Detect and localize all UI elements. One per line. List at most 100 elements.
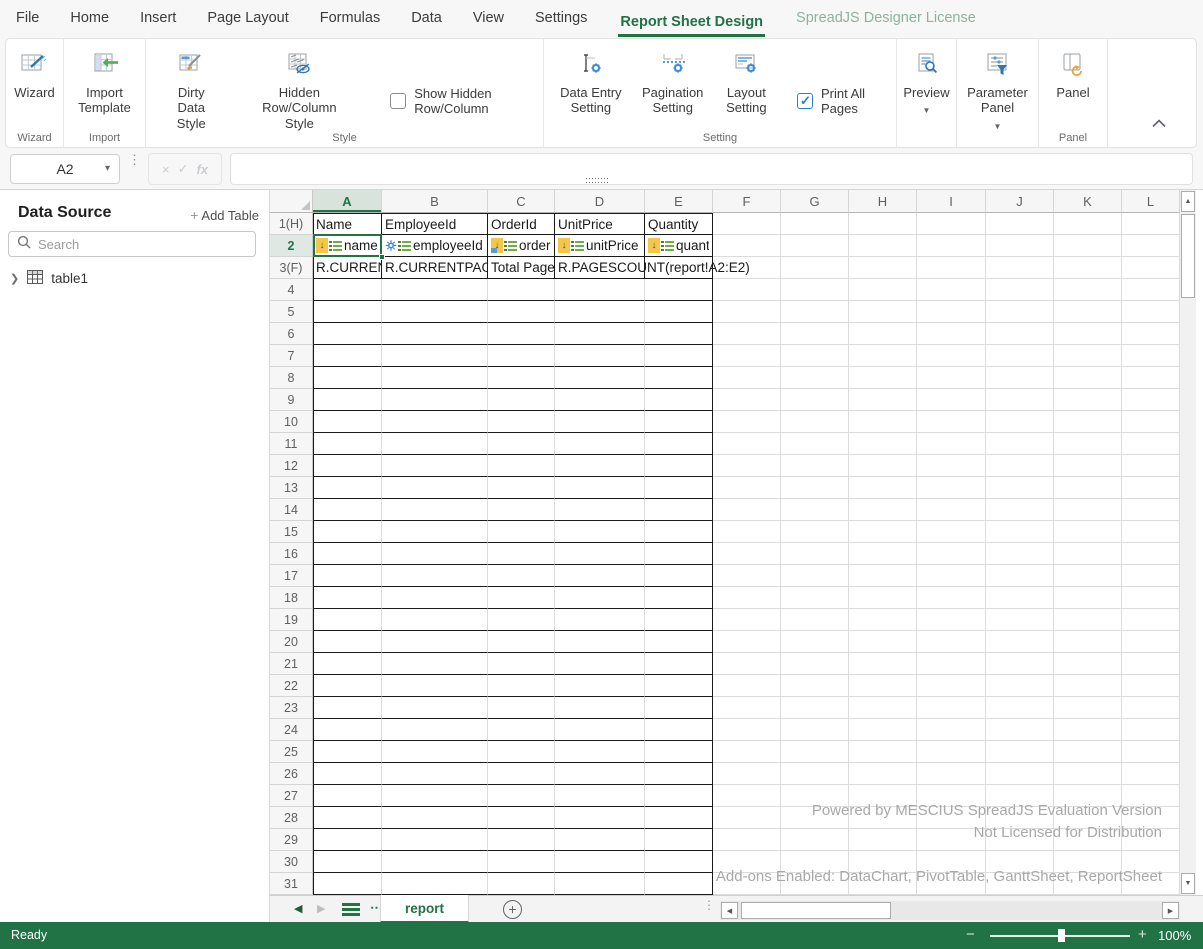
cell-D28[interactable] bbox=[555, 807, 645, 829]
scroll-right-icon[interactable]: ▶ bbox=[1162, 902, 1179, 919]
cell-K2[interactable] bbox=[1054, 235, 1122, 257]
cell-H4[interactable] bbox=[849, 279, 917, 301]
show-hidden-row-column-checkbox[interactable]: Show Hidden Row/Column bbox=[390, 86, 543, 116]
cell-G30[interactable] bbox=[781, 851, 849, 873]
cell-E29[interactable] bbox=[645, 829, 713, 851]
menu-file[interactable]: File bbox=[16, 10, 39, 26]
cell-F31[interactable] bbox=[713, 873, 781, 895]
cell-L6[interactable] bbox=[1122, 323, 1180, 345]
cell-F22[interactable] bbox=[713, 675, 781, 697]
cell-L15[interactable] bbox=[1122, 521, 1180, 543]
pane-drag-handle[interactable] bbox=[586, 178, 608, 184]
data-entry-setting-button[interactable]: Data Entry Setting bbox=[554, 48, 628, 118]
cell-F29[interactable] bbox=[713, 829, 781, 851]
cell-I21[interactable] bbox=[917, 653, 986, 675]
cell-H8[interactable] bbox=[849, 367, 917, 389]
cell-D9[interactable] bbox=[555, 389, 645, 411]
cell-G23[interactable] bbox=[781, 697, 849, 719]
previous-sheet-icon[interactable]: ◀ bbox=[294, 902, 302, 915]
cell-I12[interactable] bbox=[917, 455, 986, 477]
cell-F2[interactable] bbox=[713, 235, 781, 257]
cancel-entry-icon[interactable]: × bbox=[162, 162, 170, 177]
cell-I9[interactable] bbox=[917, 389, 986, 411]
cell-F24[interactable] bbox=[713, 719, 781, 741]
cell-E16[interactable] bbox=[645, 543, 713, 565]
cell-I11[interactable] bbox=[917, 433, 986, 455]
layout-setting-button[interactable]: Layout Setting bbox=[718, 48, 775, 118]
cell-L5[interactable] bbox=[1122, 301, 1180, 323]
cell-H28[interactable] bbox=[849, 807, 917, 829]
cell-B28[interactable] bbox=[382, 807, 488, 829]
cell-A28[interactable] bbox=[313, 807, 382, 829]
vertical-scrollbar-thumb[interactable] bbox=[1181, 214, 1195, 298]
cell-A31[interactable] bbox=[313, 873, 382, 895]
cell-C14[interactable] bbox=[488, 499, 555, 521]
cell-H11[interactable] bbox=[849, 433, 917, 455]
cell-J13[interactable] bbox=[986, 477, 1054, 499]
cell-H2[interactable] bbox=[849, 235, 917, 257]
cell-K7[interactable] bbox=[1054, 345, 1122, 367]
cell-J10[interactable] bbox=[986, 411, 1054, 433]
cell-G29[interactable] bbox=[781, 829, 849, 851]
cell-D7[interactable] bbox=[555, 345, 645, 367]
cell-B26[interactable] bbox=[382, 763, 488, 785]
cell-D12[interactable] bbox=[555, 455, 645, 477]
cell-E6[interactable] bbox=[645, 323, 713, 345]
cell-E18[interactable] bbox=[645, 587, 713, 609]
zoom-out-icon[interactable]: − bbox=[966, 926, 975, 943]
cell-A17[interactable] bbox=[313, 565, 382, 587]
cell-L1[interactable] bbox=[1122, 213, 1180, 235]
cell-B15[interactable] bbox=[382, 521, 488, 543]
cell-L21[interactable] bbox=[1122, 653, 1180, 675]
cell-I31[interactable] bbox=[917, 873, 986, 895]
formula-bar-grip-icon[interactable]: ⋮ bbox=[128, 155, 138, 164]
cell-C10[interactable] bbox=[488, 411, 555, 433]
cell-K18[interactable] bbox=[1054, 587, 1122, 609]
cell-L23[interactable] bbox=[1122, 697, 1180, 719]
cell-J15[interactable] bbox=[986, 521, 1054, 543]
cell-G7[interactable] bbox=[781, 345, 849, 367]
row-header-7[interactable]: 7 bbox=[270, 345, 313, 367]
row-header-9[interactable]: 9 bbox=[270, 389, 313, 411]
row-header-19[interactable]: 19 bbox=[270, 609, 313, 631]
cell-A18[interactable] bbox=[313, 587, 382, 609]
column-header-C[interactable]: C bbox=[488, 190, 555, 213]
cell-B6[interactable] bbox=[382, 323, 488, 345]
cell-J30[interactable] bbox=[986, 851, 1054, 873]
cell-A29[interactable] bbox=[313, 829, 382, 851]
cell-G3[interactable] bbox=[781, 257, 849, 279]
cell-E13[interactable] bbox=[645, 477, 713, 499]
cell-E21[interactable] bbox=[645, 653, 713, 675]
cell-L19[interactable] bbox=[1122, 609, 1180, 631]
cell-E19[interactable] bbox=[645, 609, 713, 631]
select-all-corner[interactable] bbox=[270, 190, 313, 213]
menu-formulas[interactable]: Formulas bbox=[320, 10, 380, 26]
row-header-4[interactable]: 4 bbox=[270, 279, 313, 301]
row-header-3(F)[interactable]: 3(F) bbox=[270, 257, 313, 279]
cell-F19[interactable] bbox=[713, 609, 781, 631]
cell-J18[interactable] bbox=[986, 587, 1054, 609]
cell-B11[interactable] bbox=[382, 433, 488, 455]
cell-J21[interactable] bbox=[986, 653, 1054, 675]
cell-G8[interactable] bbox=[781, 367, 849, 389]
cell-I6[interactable] bbox=[917, 323, 986, 345]
cell-G25[interactable] bbox=[781, 741, 849, 763]
cell-A30[interactable] bbox=[313, 851, 382, 873]
cell-L31[interactable] bbox=[1122, 873, 1180, 895]
cell-I24[interactable] bbox=[917, 719, 986, 741]
cell-G26[interactable] bbox=[781, 763, 849, 785]
cell-L30[interactable] bbox=[1122, 851, 1180, 873]
cell-D18[interactable] bbox=[555, 587, 645, 609]
menu-data[interactable]: Data bbox=[411, 10, 442, 26]
parameter-panel-dropdown-icon[interactable]: ▼ bbox=[994, 122, 1002, 132]
cell-L4[interactable] bbox=[1122, 279, 1180, 301]
name-box-dropdown-icon[interactable]: ▾ bbox=[105, 163, 110, 174]
cell-C9[interactable] bbox=[488, 389, 555, 411]
cell-K21[interactable] bbox=[1054, 653, 1122, 675]
spreadsheet-grid[interactable]: ABCDEFGHIJKL 1(H)NameEmployeeIdOrderIdUn… bbox=[270, 190, 1180, 895]
cell-E14[interactable] bbox=[645, 499, 713, 521]
cell-C19[interactable] bbox=[488, 609, 555, 631]
cell-A4[interactable] bbox=[313, 279, 382, 301]
cell-D6[interactable] bbox=[555, 323, 645, 345]
cell-J8[interactable] bbox=[986, 367, 1054, 389]
